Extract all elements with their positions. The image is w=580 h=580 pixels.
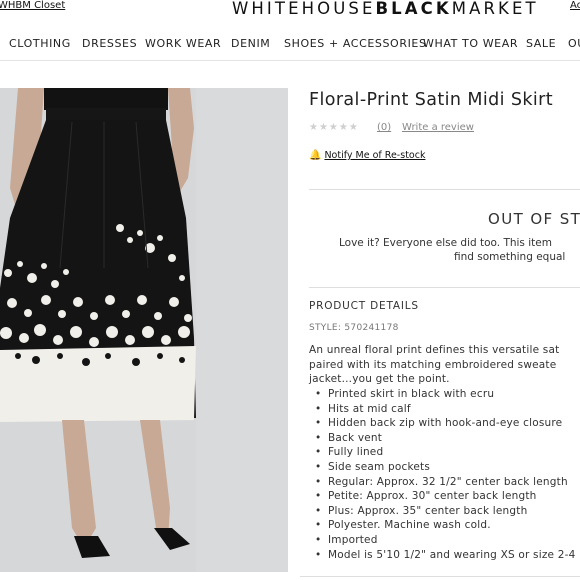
detail-item: Back vent [309, 431, 576, 446]
skirt-photo [0, 88, 288, 572]
divider [309, 287, 580, 288]
product-details-list: Printed skirt in black with ecru Hits at… [309, 387, 576, 562]
product-details-heading[interactable]: PRODUCT DETAILS [309, 300, 419, 312]
detail-item: Side seam pockets [309, 460, 576, 475]
main-navigation: CLOTHING DRESSES WORK WEAR DENIM SHOES +… [0, 30, 580, 61]
product-description: An unreal floral print defines this vers… [309, 343, 559, 387]
product-image[interactable] [0, 88, 288, 572]
detail-item: Regular: Approx. 32 1/2" center back len… [309, 475, 576, 490]
write-review-link[interactable]: Write a review [402, 122, 474, 133]
detail-item: Imported [309, 533, 576, 548]
description-line: An unreal floral print defines this vers… [309, 344, 560, 356]
divider [300, 576, 580, 577]
nav-item-clothing[interactable]: CLOTHING [9, 37, 71, 50]
brand-logo[interactable]: WHITEHOUSEBLACKMARKET [232, 0, 539, 18]
out-of-stock-message-line-1: Love it? Everyone else did too. This ite… [339, 237, 552, 249]
logo-word-black: BLACK [375, 0, 452, 18]
description-line: paired with its matching embroidered swe… [309, 358, 557, 371]
nav-item-more[interactable]: OU [568, 37, 580, 50]
detail-item: Polyester. Machine wash cold. [309, 518, 576, 533]
notify-restock-link[interactable]: 🔔 Notify Me of Re-stock [309, 150, 425, 161]
nav-item-work-wear[interactable]: WORK WEAR [145, 37, 221, 50]
description-line: jacket...you get the point. [309, 373, 450, 386]
account-link[interactable]: Ac [570, 0, 580, 11]
out-of-stock-heading: OUT OF ST [488, 210, 580, 228]
detail-item: Petite: Approx. 30" center back length [309, 489, 576, 504]
nav-item-what-to-wear[interactable]: WHAT TO WEAR [423, 37, 518, 50]
top-bar: WHBM Closet WHITEHOUSEBLACKMARKET Ac [0, 0, 580, 22]
product-title: Floral-Print Satin Midi Skirt [309, 90, 554, 110]
detail-item: Plus: Approx. 35" center back length [309, 504, 576, 519]
style-number: STYLE: 570241178 [309, 323, 399, 333]
rating-stars: ★★★★★ [309, 122, 359, 133]
logo-word-house: HOUSE [301, 0, 376, 18]
detail-item: Model is 5'10 1/2" and wearing XS or siz… [309, 548, 576, 563]
nav-item-dresses[interactable]: DRESSES [82, 37, 137, 50]
detail-item: Hits at mid calf [309, 402, 576, 417]
nav-item-sale[interactable]: SALE [526, 37, 556, 50]
notify-restock-label: Notify Me of Re-stock [324, 150, 426, 161]
whbm-closet-link[interactable]: WHBM Closet [0, 0, 65, 11]
review-count-link[interactable]: (0) [377, 122, 391, 133]
bell-icon: 🔔 [309, 150, 322, 161]
detail-item: Printed skirt in black with ecru [309, 387, 576, 402]
logo-word-white: WHITE [232, 0, 302, 18]
detail-item: Fully lined [309, 445, 576, 460]
divider [309, 189, 580, 190]
detail-item: Hidden back zip with hook-and-eye closur… [309, 416, 576, 431]
logo-word-market: MARKET [451, 0, 539, 18]
nav-item-denim[interactable]: DENIM [231, 37, 270, 50]
nav-item-shoes-accessories[interactable]: SHOES + ACCESSORIES [284, 37, 427, 50]
out-of-stock-message-line-2: find something equal [454, 251, 566, 263]
